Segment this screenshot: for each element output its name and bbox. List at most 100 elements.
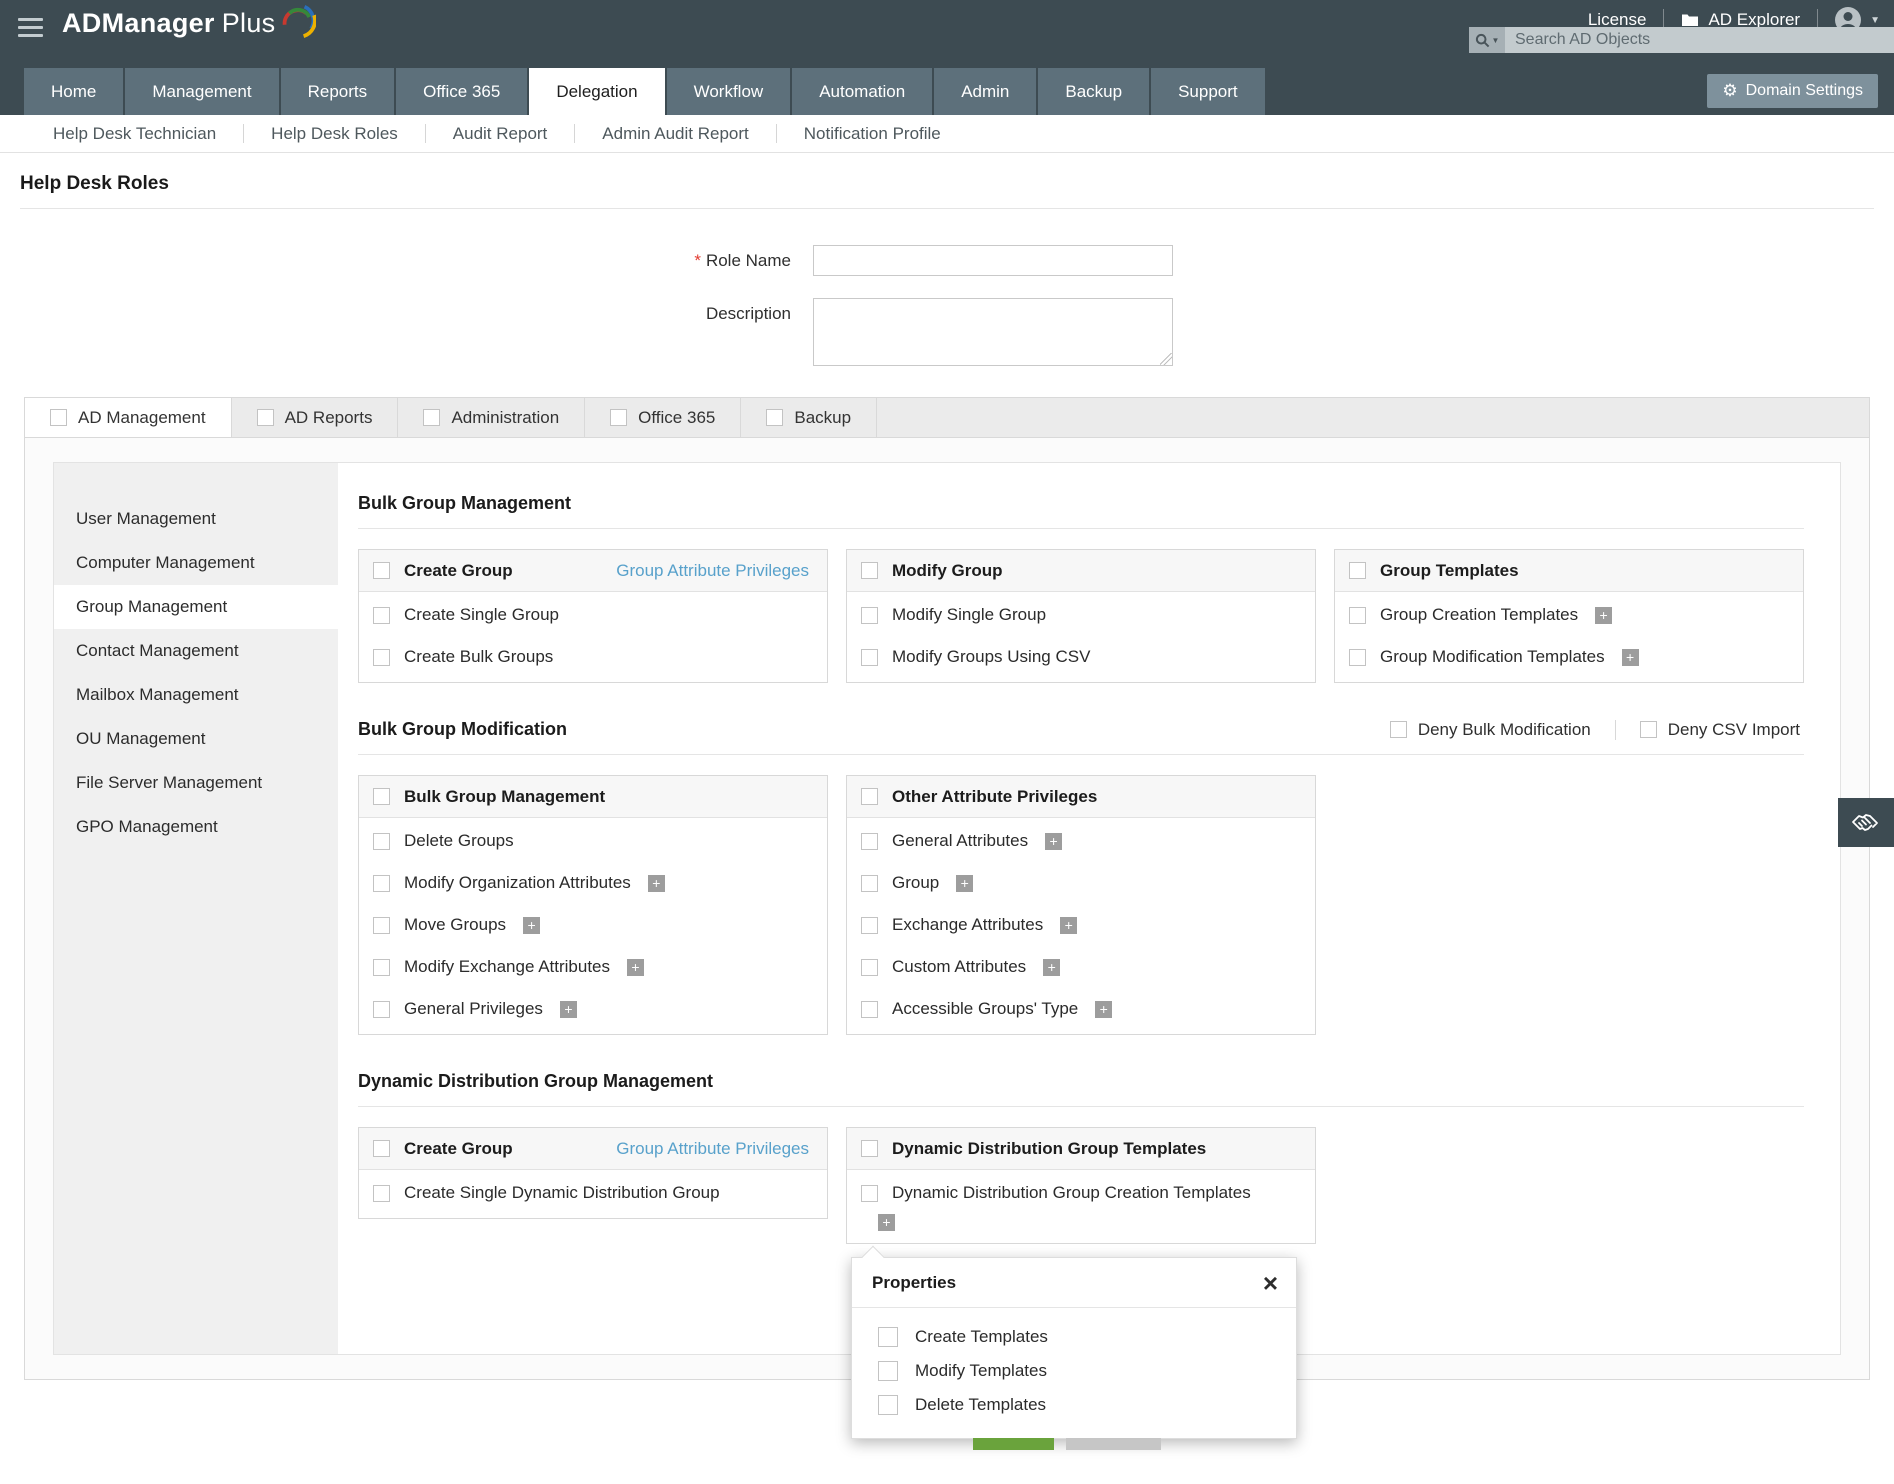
sidebar-item-contact-management[interactable]: Contact Management (54, 629, 338, 673)
item-checkbox[interactable] (373, 958, 390, 976)
item-checkbox[interactable] (861, 648, 878, 666)
item-checkbox[interactable] (861, 606, 878, 624)
search-input[interactable] (1505, 27, 1894, 53)
nav-item-management[interactable]: Management (125, 68, 279, 115)
expand-plus-icon[interactable]: + (1060, 916, 1078, 934)
item-checkbox[interactable] (373, 648, 390, 666)
sidebar-item-gpo-management[interactable]: GPO Management (54, 805, 338, 849)
sidebar-item-user-management[interactable]: User Management (54, 497, 338, 541)
close-icon[interactable]: × (1263, 1270, 1278, 1296)
sidebar-item-ou-management[interactable]: OU Management (54, 717, 338, 761)
group-attribute-privileges-link[interactable]: Group Attribute Privileges (616, 1139, 809, 1159)
item-checkbox[interactable] (861, 832, 878, 850)
save-button-partial[interactable] (973, 1438, 1054, 1450)
deny-checkbox[interactable] (1389, 721, 1407, 738)
nav-item-delegation[interactable]: Delegation (529, 68, 665, 115)
expand-plus-icon[interactable]: + (647, 874, 665, 892)
subnav-item-notification-profile[interactable]: Notification Profile (777, 124, 968, 143)
popup-checkbox[interactable] (878, 1395, 898, 1415)
sidebar-item-computer-management[interactable]: Computer Management (54, 541, 338, 585)
expand-plus-icon[interactable]: + (523, 916, 541, 934)
item-checkbox[interactable] (861, 1184, 878, 1202)
sidebar-item-mailbox-management[interactable]: Mailbox Management (54, 673, 338, 717)
privilege-item-label: General Attributes (892, 831, 1029, 850)
box-header-checkbox[interactable] (861, 788, 878, 805)
expand-plus-icon-expanded[interactable]: + (878, 1214, 895, 1231)
nav-item-automation[interactable]: Automation (792, 68, 933, 115)
item-checkbox[interactable] (373, 606, 390, 624)
tab-ad-reports[interactable]: AD Reports (232, 398, 399, 437)
privilege-item-label: Dynamic Distribution Group Creation Temp… (892, 1183, 1251, 1202)
group-attribute-privileges-link[interactable]: Group Attribute Privileges (616, 561, 809, 581)
subnav-item-audit-report[interactable]: Audit Report (426, 124, 576, 143)
privilege-item-label: General Privileges (404, 999, 543, 1018)
tab-office-365[interactable]: Office 365 (585, 398, 742, 437)
subnav-item-admin-audit-report[interactable]: Admin Audit Report (575, 124, 777, 143)
box-header-checkbox[interactable] (373, 1140, 390, 1157)
nav-item-admin[interactable]: Admin (934, 68, 1037, 115)
domain-settings-button[interactable]: ⚙ Domain Settings (1707, 74, 1878, 108)
item-checkbox[interactable] (1349, 648, 1366, 666)
deny-option-deny-bulk-modification[interactable]: Deny Bulk Modification (1366, 720, 1615, 740)
cancel-button-partial[interactable] (1066, 1438, 1161, 1450)
description-textarea[interactable] (813, 298, 1173, 366)
nav-item-backup[interactable]: Backup (1038, 68, 1150, 115)
tab-checkbox[interactable] (256, 409, 274, 426)
popup-option-create-templates[interactable]: Create Templates (852, 1320, 1296, 1354)
item-checkbox[interactable] (373, 832, 390, 850)
expand-plus-icon[interactable]: + (1595, 606, 1613, 624)
deny-option-deny-csv-import[interactable]: Deny CSV Import (1614, 719, 1804, 740)
expand-plus-icon[interactable]: + (627, 958, 645, 976)
nav-item-workflow[interactable]: Workflow (666, 68, 791, 115)
tab-checkbox[interactable] (766, 409, 784, 426)
subnav-item-help-desk-technician[interactable]: Help Desk Technician (26, 124, 245, 143)
popup-option-modify-templates[interactable]: Modify Templates (852, 1354, 1296, 1388)
nav-item-office-365[interactable]: Office 365 (396, 68, 528, 115)
deny-checkbox[interactable] (1639, 721, 1657, 738)
subnav-item-help-desk-roles[interactable]: Help Desk Roles (244, 124, 426, 143)
search-icon (1475, 33, 1489, 47)
item-checkbox[interactable] (861, 958, 878, 976)
item-checkbox[interactable] (373, 1000, 390, 1018)
popup-option-delete-templates[interactable]: Delete Templates (852, 1388, 1296, 1422)
tab-checkbox[interactable] (50, 409, 67, 426)
item-checkbox[interactable] (373, 916, 390, 934)
expand-plus-icon[interactable]: + (1043, 958, 1061, 976)
tab-checkbox[interactable] (423, 409, 441, 426)
popup-checkbox[interactable] (878, 1361, 898, 1381)
box-header-checkbox[interactable] (373, 562, 390, 579)
tab-ad-management[interactable]: AD Management (25, 398, 232, 437)
box-header-checkbox[interactable] (861, 1140, 878, 1157)
feedback-button[interactable] (1838, 798, 1894, 847)
box-header-checkbox[interactable] (1349, 562, 1366, 579)
expand-plus-icon[interactable]: + (1045, 832, 1063, 850)
item-checkbox[interactable] (861, 916, 878, 934)
tab-administration[interactable]: Administration (398, 398, 586, 437)
nav-item-support[interactable]: Support (1151, 68, 1265, 115)
tab-checkbox[interactable] (610, 409, 628, 426)
expand-plus-icon[interactable]: + (559, 1000, 577, 1018)
privilege-item-dynamic-distribution-group-creation-templates: Dynamic Distribution Group Creation Temp… (847, 1172, 1315, 1214)
expand-plus-icon[interactable]: + (956, 874, 974, 892)
privilege-boxes: Bulk Group Management Delete Groups Modify… (358, 775, 1804, 1035)
expand-plus-icon[interactable]: + (1095, 1000, 1113, 1018)
item-checkbox[interactable] (373, 874, 390, 892)
privilege-boxes: Create Group Group Attribute Privileges Cr… (358, 1127, 1804, 1450)
hamburger-menu-icon[interactable] (18, 18, 43, 37)
nav-item-home[interactable]: Home (24, 68, 124, 115)
box-header-checkbox[interactable] (373, 788, 390, 805)
popup-checkbox[interactable] (878, 1327, 898, 1347)
search-scope-button[interactable]: ▼ (1469, 27, 1505, 53)
role-name-input[interactable] (813, 245, 1173, 276)
sidebar-item-file-server-management[interactable]: File Server Management (54, 761, 338, 805)
tab-backup[interactable]: Backup (741, 398, 878, 437)
sidebar-item-group-management[interactable]: Group Management (54, 585, 338, 629)
item-checkbox[interactable] (861, 1000, 878, 1018)
item-checkbox[interactable] (861, 874, 878, 892)
item-checkbox[interactable] (373, 1184, 390, 1202)
nav-item-reports[interactable]: Reports (280, 68, 395, 115)
item-checkbox[interactable] (1349, 606, 1366, 624)
role-name-label: * Role Name (0, 245, 791, 276)
expand-plus-icon[interactable]: + (1621, 648, 1639, 666)
box-header-checkbox[interactable] (861, 562, 878, 579)
